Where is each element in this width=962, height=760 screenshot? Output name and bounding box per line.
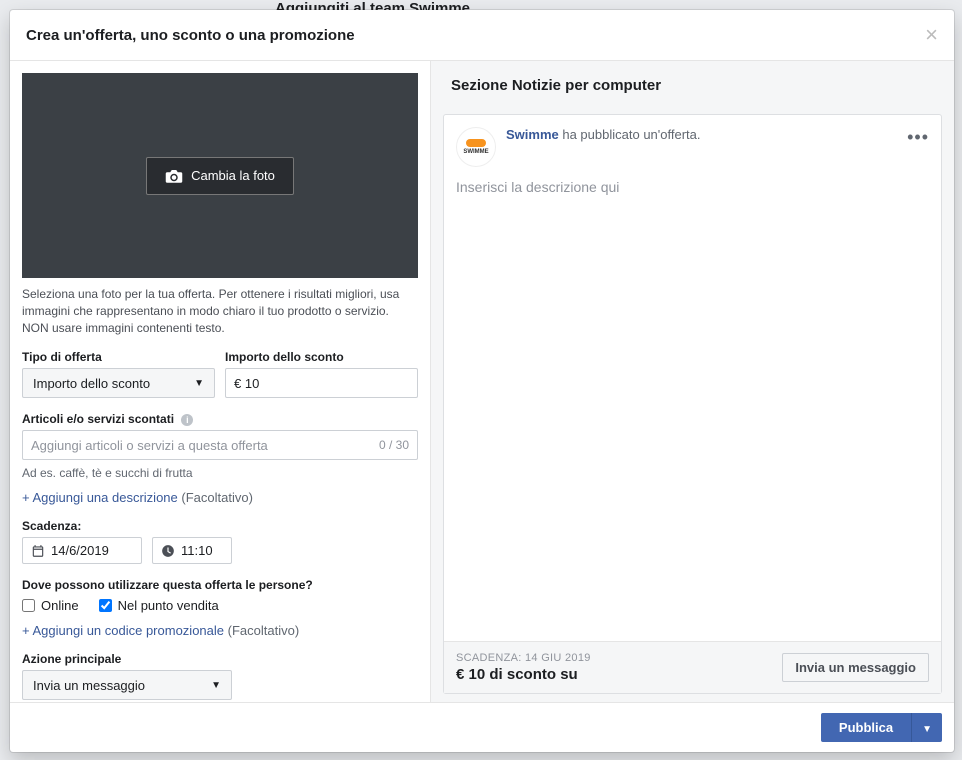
photo-area: Cambia la foto (22, 73, 418, 278)
card-headline: Swimme ha pubblicato un'offerta. (506, 127, 701, 142)
chevron-down-icon: ▼ (211, 680, 221, 691)
preview-header: Sezione Notizie per computer (431, 61, 954, 106)
expiry-time-input[interactable]: 11:10 (152, 537, 232, 564)
main-action-label: Azione principale (22, 652, 418, 666)
close-button[interactable]: × (925, 24, 938, 46)
items-hint: Ad es. caffè, tè e succhi di frutta (22, 466, 418, 480)
expiry-date-value: 14/6/2019 (51, 543, 109, 558)
instore-checkbox-input[interactable] (99, 599, 112, 612)
items-label: Articoli e/o servizi scontati i (22, 412, 418, 426)
chevron-down-icon: ▼ (922, 724, 932, 735)
offer-modal: Crea un'offerta, uno sconto o una promoz… (10, 10, 954, 752)
camera-icon (165, 168, 183, 184)
main-action-select[interactable]: Invia un messaggio ▼ (22, 670, 232, 700)
offer-type-select[interactable]: Importo dello sconto ▼ (22, 368, 215, 398)
items-placeholder: Aggiungi articoli o servizi a questa off… (31, 438, 268, 453)
discount-amount-value: € 10 (234, 376, 259, 391)
card-description-placeholder: Inserisci la descrizione qui (444, 179, 941, 203)
clock-icon (161, 544, 175, 558)
items-input[interactable]: Aggiungi articoli o servizi a questa off… (22, 430, 418, 460)
publish-dropdown-button[interactable]: ▼ (911, 713, 942, 742)
add-promo-code-link[interactable]: + Aggiungi un codice promozionale (Facol… (22, 623, 299, 638)
deadline-label: SCADENZA: 14 GIU 2019 (456, 652, 591, 664)
send-message-button[interactable]: Invia un messaggio (782, 653, 929, 682)
photo-help-text: Seleziona una foto per la tua offerta. P… (22, 286, 418, 336)
modal-title: Crea un'offerta, uno sconto o una promoz… (26, 27, 355, 44)
instore-label: Nel punto vendita (118, 598, 219, 613)
avatar[interactable]: SWIMME (456, 127, 496, 167)
instore-checkbox[interactable]: Nel punto vendita (99, 598, 219, 613)
change-photo-button[interactable]: Cambia la foto (146, 157, 294, 195)
preview-card: SWIMME Swimme ha pubblicato un'offerta. … (443, 114, 942, 694)
online-checkbox[interactable]: Online (22, 598, 79, 613)
offer-type-label: Tipo di offerta (22, 350, 215, 364)
card-menu-button[interactable]: ••• (907, 127, 929, 148)
page-name-link[interactable]: Swimme (506, 127, 559, 142)
add-description-link[interactable]: + Aggiungi una descrizione (Facoltativo) (22, 490, 253, 505)
online-checkbox-input[interactable] (22, 599, 35, 612)
offer-type-value: Importo dello sconto (33, 376, 150, 391)
where-label: Dove possono utilizzare questa offerta l… (22, 578, 418, 592)
discount-amount-input[interactable]: € 10 (225, 368, 418, 398)
items-count: 0 / 30 (379, 438, 409, 452)
main-action-value: Invia un messaggio (33, 678, 145, 693)
info-icon[interactable]: i (181, 414, 193, 426)
expiry-label: Scadenza: (22, 519, 418, 533)
expiry-date-input[interactable]: 14/6/2019 (22, 537, 142, 564)
discount-amount-label: Importo dello sconto (225, 350, 418, 364)
expiry-time-value: 11:10 (181, 543, 213, 558)
chevron-down-icon: ▼ (194, 378, 204, 389)
calendar-icon (31, 544, 45, 558)
online-label: Online (41, 598, 79, 613)
publish-button[interactable]: Pubblica (821, 713, 911, 742)
discount-text: € 10 di sconto su (456, 666, 591, 683)
change-photo-label: Cambia la foto (191, 168, 275, 183)
